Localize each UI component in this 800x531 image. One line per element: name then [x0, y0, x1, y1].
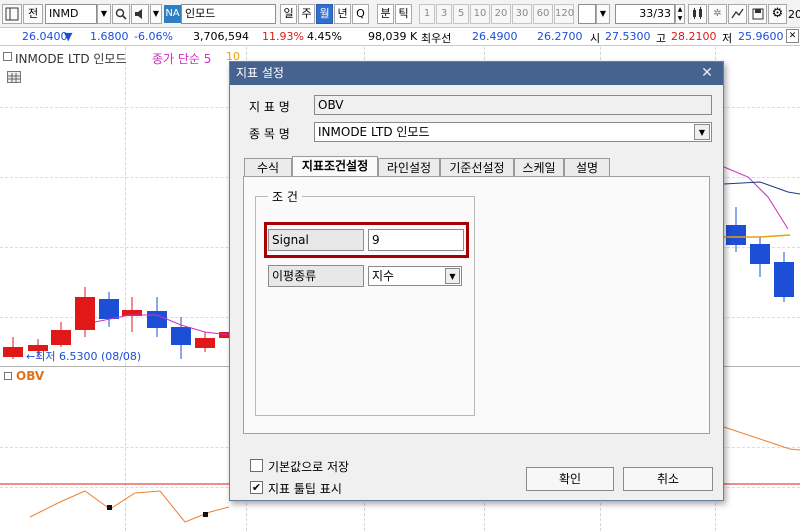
minute-20-button[interactable]: 20: [491, 4, 511, 24]
jeon-button[interactable]: 전: [23, 4, 43, 24]
minute-custom-chevron-icon[interactable]: ▼: [596, 4, 610, 24]
turnover-pct: 4.45%: [307, 30, 342, 43]
chevron-down-icon[interactable]: ▼: [445, 268, 460, 284]
tab-formula[interactable]: 수식: [244, 158, 292, 177]
period-day-button[interactable]: 일: [280, 4, 297, 24]
price-summary-bar: 26.0400 ▼ 1.6800 -6.06% 3,706,594 11.93%…: [0, 28, 800, 46]
price-change: 1.6800: [90, 30, 129, 43]
minute-5-button[interactable]: 5: [453, 4, 469, 24]
symbol-select[interactable]: INMODE LTD 인모드 ▼: [314, 122, 712, 142]
candle: [75, 297, 95, 330]
save-default-label: 기본값으로 저장: [268, 460, 350, 474]
ma-type-label: 이평종류: [268, 265, 364, 287]
tooltip-label: 지표 툴팁 표시: [268, 482, 342, 496]
dialog-title: 지표 설정: [230, 62, 723, 85]
bid-label: 최우선: [421, 32, 452, 45]
volume: 3,706,594: [193, 30, 249, 43]
settings-icon[interactable]: ⚙: [768, 4, 787, 24]
symbol-name-field[interactable]: 인모드: [181, 4, 276, 24]
minute-120-button[interactable]: 120: [554, 4, 574, 24]
candle: [774, 262, 794, 297]
low-marker-label: ←최저 6.5300 (08/08): [26, 350, 142, 363]
candle: [171, 327, 191, 345]
ok-button[interactable]: 확인: [526, 467, 614, 491]
minute-10-button[interactable]: 10: [470, 4, 490, 24]
chevron-down-icon[interactable]: ▼: [694, 124, 710, 140]
best-bid-2: 26.2700: [537, 30, 583, 43]
candle: [99, 299, 119, 319]
down-arrow-icon: ▼: [64, 30, 73, 43]
minute-1-button[interactable]: 1: [419, 4, 435, 24]
obv-label: OBV: [16, 369, 45, 383]
high-price: 28.2100: [671, 30, 717, 43]
tooltip-checkbox[interactable]: ✔: [250, 481, 263, 494]
layout-icon[interactable]: [2, 4, 22, 24]
obv-marker: [107, 505, 112, 510]
obv-marker: [203, 512, 208, 517]
candle: [147, 311, 167, 328]
period-year-button[interactable]: 년: [334, 4, 351, 24]
price-change-pct: -6.06%: [134, 30, 173, 43]
candle: [726, 225, 746, 245]
tab-panel: 조 건 Signal 9 이평종류 지수 ▼: [243, 176, 710, 434]
main-toolbar: 전 INMD ▼ ▼ NA 인모드 일 주 월 년 Q 분 틱 1 3 5 10…: [0, 0, 800, 28]
price-bar-close-icon[interactable]: ✕: [786, 29, 799, 43]
minute-30-button[interactable]: 30: [512, 4, 532, 24]
best-bid-1: 26.4900: [472, 30, 518, 43]
draw-tool-icon[interactable]: [728, 4, 747, 24]
symbol-dropdown-chevron-icon[interactable]: ▼: [97, 4, 111, 24]
date-fragment: 202: [788, 8, 800, 21]
save-icon[interactable]: [748, 4, 767, 24]
chart-type-icon[interactable]: [688, 4, 707, 24]
period-month-button[interactable]: 월: [316, 4, 333, 24]
tab-indicator-conditions[interactable]: 지표조건설정: [292, 156, 378, 177]
candle: [195, 338, 215, 348]
indicator-name-label: 지 표 명: [249, 100, 290, 114]
tab-description[interactable]: 설명: [564, 158, 610, 177]
cancel-button[interactable]: 취소: [623, 467, 713, 491]
obv-collapse-icon[interactable]: [4, 372, 12, 380]
period-tick-button[interactable]: 틱: [395, 4, 412, 24]
ma-type-select[interactable]: 지수 ▼: [368, 266, 462, 286]
period-week-button[interactable]: 주: [298, 4, 315, 24]
minute-60-button[interactable]: 60: [533, 4, 553, 24]
low-price: 25.9600: [738, 30, 784, 43]
count-spin-icon[interactable]: ▲ ▼: [675, 4, 685, 24]
signal-highlight-box: [264, 222, 469, 258]
tab-line-settings[interactable]: 라인설정: [378, 158, 440, 177]
candle: [3, 347, 23, 357]
volume-pct: 11.93%: [262, 30, 304, 43]
minute-3-button[interactable]: 3: [436, 4, 452, 24]
candle: [750, 244, 770, 264]
candle: [51, 330, 71, 345]
high-label: 고: [656, 32, 667, 45]
symbol-code-input[interactable]: INMD: [45, 4, 97, 24]
indicator-icon[interactable]: ✲: [708, 4, 727, 24]
symbol-name-label: 종 목 명: [249, 127, 290, 141]
period-minute-button[interactable]: 분: [377, 4, 394, 24]
symbol-select-value: INMODE LTD 인모드: [318, 125, 430, 139]
conditions-group-label: 조 건: [268, 188, 302, 205]
period-quarter-button[interactable]: Q: [352, 4, 369, 24]
data-count-field[interactable]: 33/33: [615, 4, 675, 24]
indicator-name-field: OBV: [314, 95, 712, 115]
minute-custom-input[interactable]: [578, 4, 596, 24]
market-badge: NA: [164, 5, 181, 23]
open-price: 27.5300: [605, 30, 651, 43]
speaker-dropdown-chevron-icon[interactable]: ▼: [150, 4, 162, 24]
tab-baseline-settings[interactable]: 기준선설정: [440, 158, 514, 177]
search-icon[interactable]: [112, 4, 130, 24]
indicator-settings-dialog: 지표 설정 ✕ 지 표 명 OBV 종 목 명 INMODE LTD 인모드 ▼…: [229, 61, 724, 501]
ma-type-value: 지수: [372, 269, 395, 283]
open-label: 시: [590, 32, 601, 45]
low-label: 저: [722, 32, 733, 45]
tab-scale[interactable]: 스케일: [514, 158, 564, 177]
last-price: 26.0400: [22, 30, 68, 43]
speaker-icon[interactable]: [131, 4, 149, 24]
close-icon[interactable]: ✕: [699, 65, 715, 81]
trade-amount: 98,039 K: [368, 30, 418, 43]
save-default-checkbox[interactable]: [250, 459, 263, 472]
